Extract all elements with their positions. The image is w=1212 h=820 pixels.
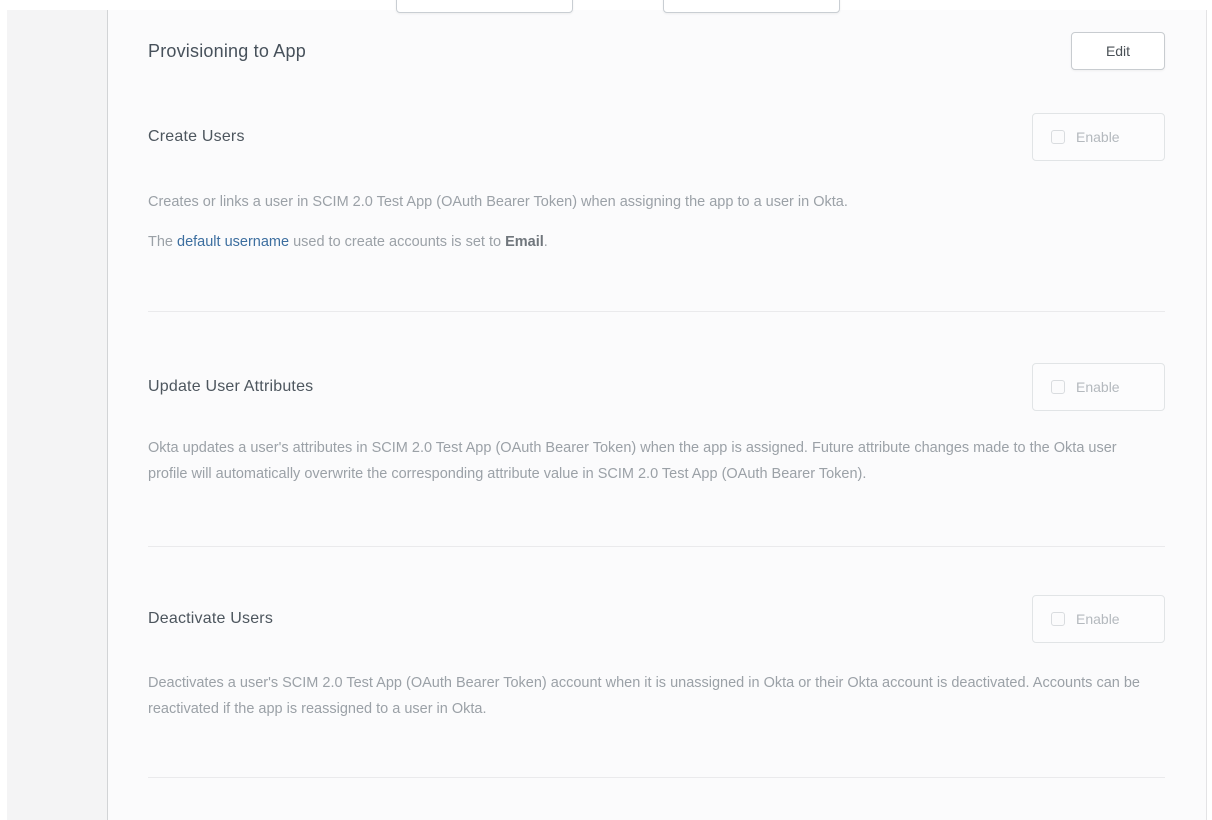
page-title: Provisioning to App — [148, 41, 306, 62]
update-attributes-title: Update User Attributes — [148, 378, 313, 396]
note-text: The — [148, 234, 177, 250]
enable-checkbox[interactable] — [1051, 380, 1065, 394]
note-text: . — [544, 234, 548, 250]
enable-create-users-button[interactable]: Enable — [1032, 113, 1165, 161]
enable-deactivate-users-button[interactable]: Enable — [1032, 595, 1165, 643]
edit-button[interactable]: Edit — [1071, 32, 1165, 70]
truncated-field-left[interactable] — [396, 0, 573, 13]
create-users-title: Create Users — [148, 128, 245, 146]
section-create-users: Create Users Enable Creates or links a u… — [148, 113, 1165, 312]
enable-label: Enable — [1076, 379, 1120, 395]
enable-label: Enable — [1076, 129, 1120, 145]
section-deactivate-users: Deactivate Users Enable Deactivates a us… — [148, 595, 1165, 778]
deactivate-users-description: Deactivates a user's SCIM 2.0 Test App (… — [148, 670, 1148, 722]
update-attributes-description: Okta updates a user's attributes in SCIM… — [148, 435, 1148, 487]
default-username-link[interactable]: default username — [177, 234, 289, 250]
deactivate-users-title: Deactivate Users — [148, 610, 273, 628]
truncated-field-right[interactable] — [663, 0, 840, 13]
enable-checkbox[interactable] — [1051, 130, 1065, 144]
section-update-user-attributes: Update User Attributes Enable Okta updat… — [148, 363, 1165, 547]
create-users-description: Creates or links a user in SCIM 2.0 Test… — [148, 189, 1148, 215]
page-header: Provisioning to App Edit — [148, 32, 1165, 70]
enable-update-attributes-button[interactable]: Enable — [1032, 363, 1165, 411]
provisioning-panel: Provisioning to App Edit Create Users En… — [108, 10, 1207, 820]
default-username-note: The default username used to create acco… — [148, 229, 1148, 255]
note-bold-value: Email — [505, 234, 544, 250]
enable-label: Enable — [1076, 611, 1120, 627]
enable-checkbox[interactable] — [1051, 612, 1065, 626]
sidebar-rail — [7, 10, 108, 820]
note-text: used to create accounts is set to — [289, 234, 505, 250]
